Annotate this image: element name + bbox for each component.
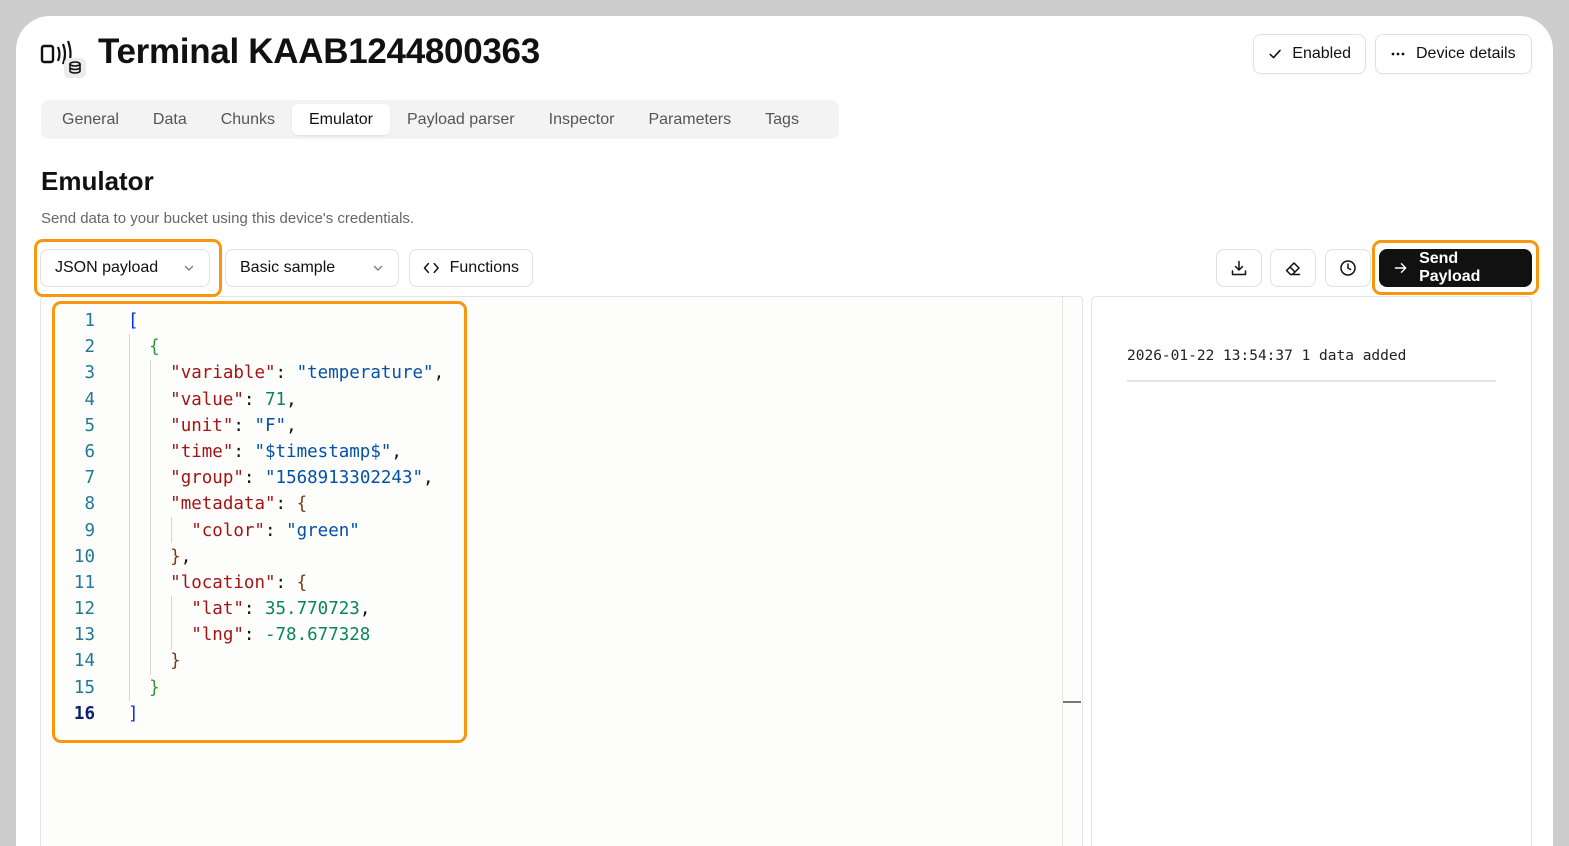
tab-emulator[interactable]: Emulator: [291, 104, 390, 135]
json-key: "variable": [170, 363, 276, 384]
sample-value: Basic sample: [240, 259, 336, 276]
clear-button[interactable]: [1270, 249, 1316, 287]
functions-label: Functions: [449, 259, 519, 276]
tab-payload-parser[interactable]: Payload parser: [390, 104, 532, 135]
editor-scroll-marker[interactable]: [1063, 701, 1081, 703]
line-number: 4: [84, 389, 95, 410]
json-key: "lat": [191, 599, 244, 620]
line-number: 16: [73, 703, 95, 724]
line-number: 2: [84, 337, 95, 358]
chevron-down-icon: [184, 265, 194, 271]
json-key: "location": [170, 572, 276, 593]
download-icon: [1231, 260, 1247, 276]
tab-chunks[interactable]: Chunks: [204, 104, 292, 135]
json-value: "$timestamp$": [254, 441, 392, 462]
payload-format-select[interactable]: JSON payload: [40, 249, 210, 287]
tab-bar: General Data Chunks Emulator Payload par…: [41, 100, 839, 139]
clock-icon: [1340, 260, 1356, 276]
line-number: 15: [73, 677, 95, 698]
device-details-button[interactable]: Device details: [1375, 34, 1532, 74]
enabled-label: Enabled: [1292, 45, 1351, 62]
log-divider: [1127, 380, 1496, 382]
line-number: 3: [84, 363, 95, 384]
download-button[interactable]: [1216, 249, 1262, 287]
send-payload-button[interactable]: Send Payload: [1379, 249, 1532, 287]
json-value: 35.770723: [264, 599, 360, 620]
line-number: 10: [73, 546, 95, 567]
json-key: "color": [191, 520, 265, 541]
device-details-label: Device details: [1416, 45, 1516, 62]
line-number: 5: [84, 415, 95, 436]
section-subtitle: Send data to your bucket using this devi…: [41, 210, 415, 227]
json-value: 71: [265, 389, 287, 410]
eraser-icon: [1285, 262, 1301, 276]
line-number: 7: [84, 468, 95, 489]
json-key: "group": [170, 468, 244, 489]
json-value: "F": [254, 415, 287, 436]
app-window: Terminal KAAB1244800363 Enabled Device d…: [16, 16, 1553, 846]
json-key: "lng": [191, 625, 244, 646]
line-number: 13: [73, 625, 95, 646]
line-number: 14: [73, 651, 95, 672]
line-number: 6: [84, 441, 95, 462]
json-value: "1568913302243": [265, 468, 424, 489]
json-value: -78.677328: [264, 625, 371, 646]
chevron-down-icon: [373, 265, 383, 271]
json-key: "unit": [170, 415, 234, 436]
json-value: "temperature": [296, 363, 434, 384]
tab-data[interactable]: Data: [136, 104, 204, 135]
line-number: 12: [73, 599, 95, 620]
page-title: Terminal KAAB1244800363: [98, 32, 540, 71]
code-editor[interactable]: 1[ 2 { 3 "variable": "temperature", 4 "v…: [40, 296, 1083, 846]
editor-scrollbar-track[interactable]: [1062, 297, 1063, 846]
send-payload-label: Send Payload: [1419, 250, 1481, 285]
section-title: Emulator: [41, 166, 154, 196]
history-button[interactable]: [1325, 249, 1371, 287]
tab-tags[interactable]: Tags: [748, 104, 816, 135]
arrow-right-icon: [1394, 263, 1407, 273]
enabled-button[interactable]: Enabled: [1253, 34, 1366, 74]
payload-format-value: JSON payload: [55, 259, 159, 276]
line-number: 9: [84, 520, 95, 541]
check-icon: [1269, 49, 1281, 59]
json-key: "metadata": [170, 494, 276, 515]
tab-parameters[interactable]: Parameters: [631, 104, 748, 135]
json-key: "time": [170, 441, 234, 462]
json-value: "green": [286, 520, 360, 541]
log-entry: 2026-01-22 13:54:37 1 data added: [1127, 348, 1407, 364]
functions-button[interactable]: Functions: [409, 249, 533, 287]
tab-general[interactable]: General: [45, 104, 136, 135]
device-icon: [40, 40, 86, 78]
json-key: "value": [170, 389, 244, 410]
more-horizontal-icon: [1391, 52, 1405, 56]
line-number: 1: [84, 311, 95, 331]
output-panel: 2026-01-22 13:54:37 1 data added: [1091, 296, 1532, 846]
tab-inspector[interactable]: Inspector: [532, 104, 632, 135]
code-icon: [423, 262, 439, 274]
line-number: 11: [73, 572, 95, 593]
line-number: 8: [84, 494, 95, 515]
sample-select[interactable]: Basic sample: [225, 249, 399, 287]
